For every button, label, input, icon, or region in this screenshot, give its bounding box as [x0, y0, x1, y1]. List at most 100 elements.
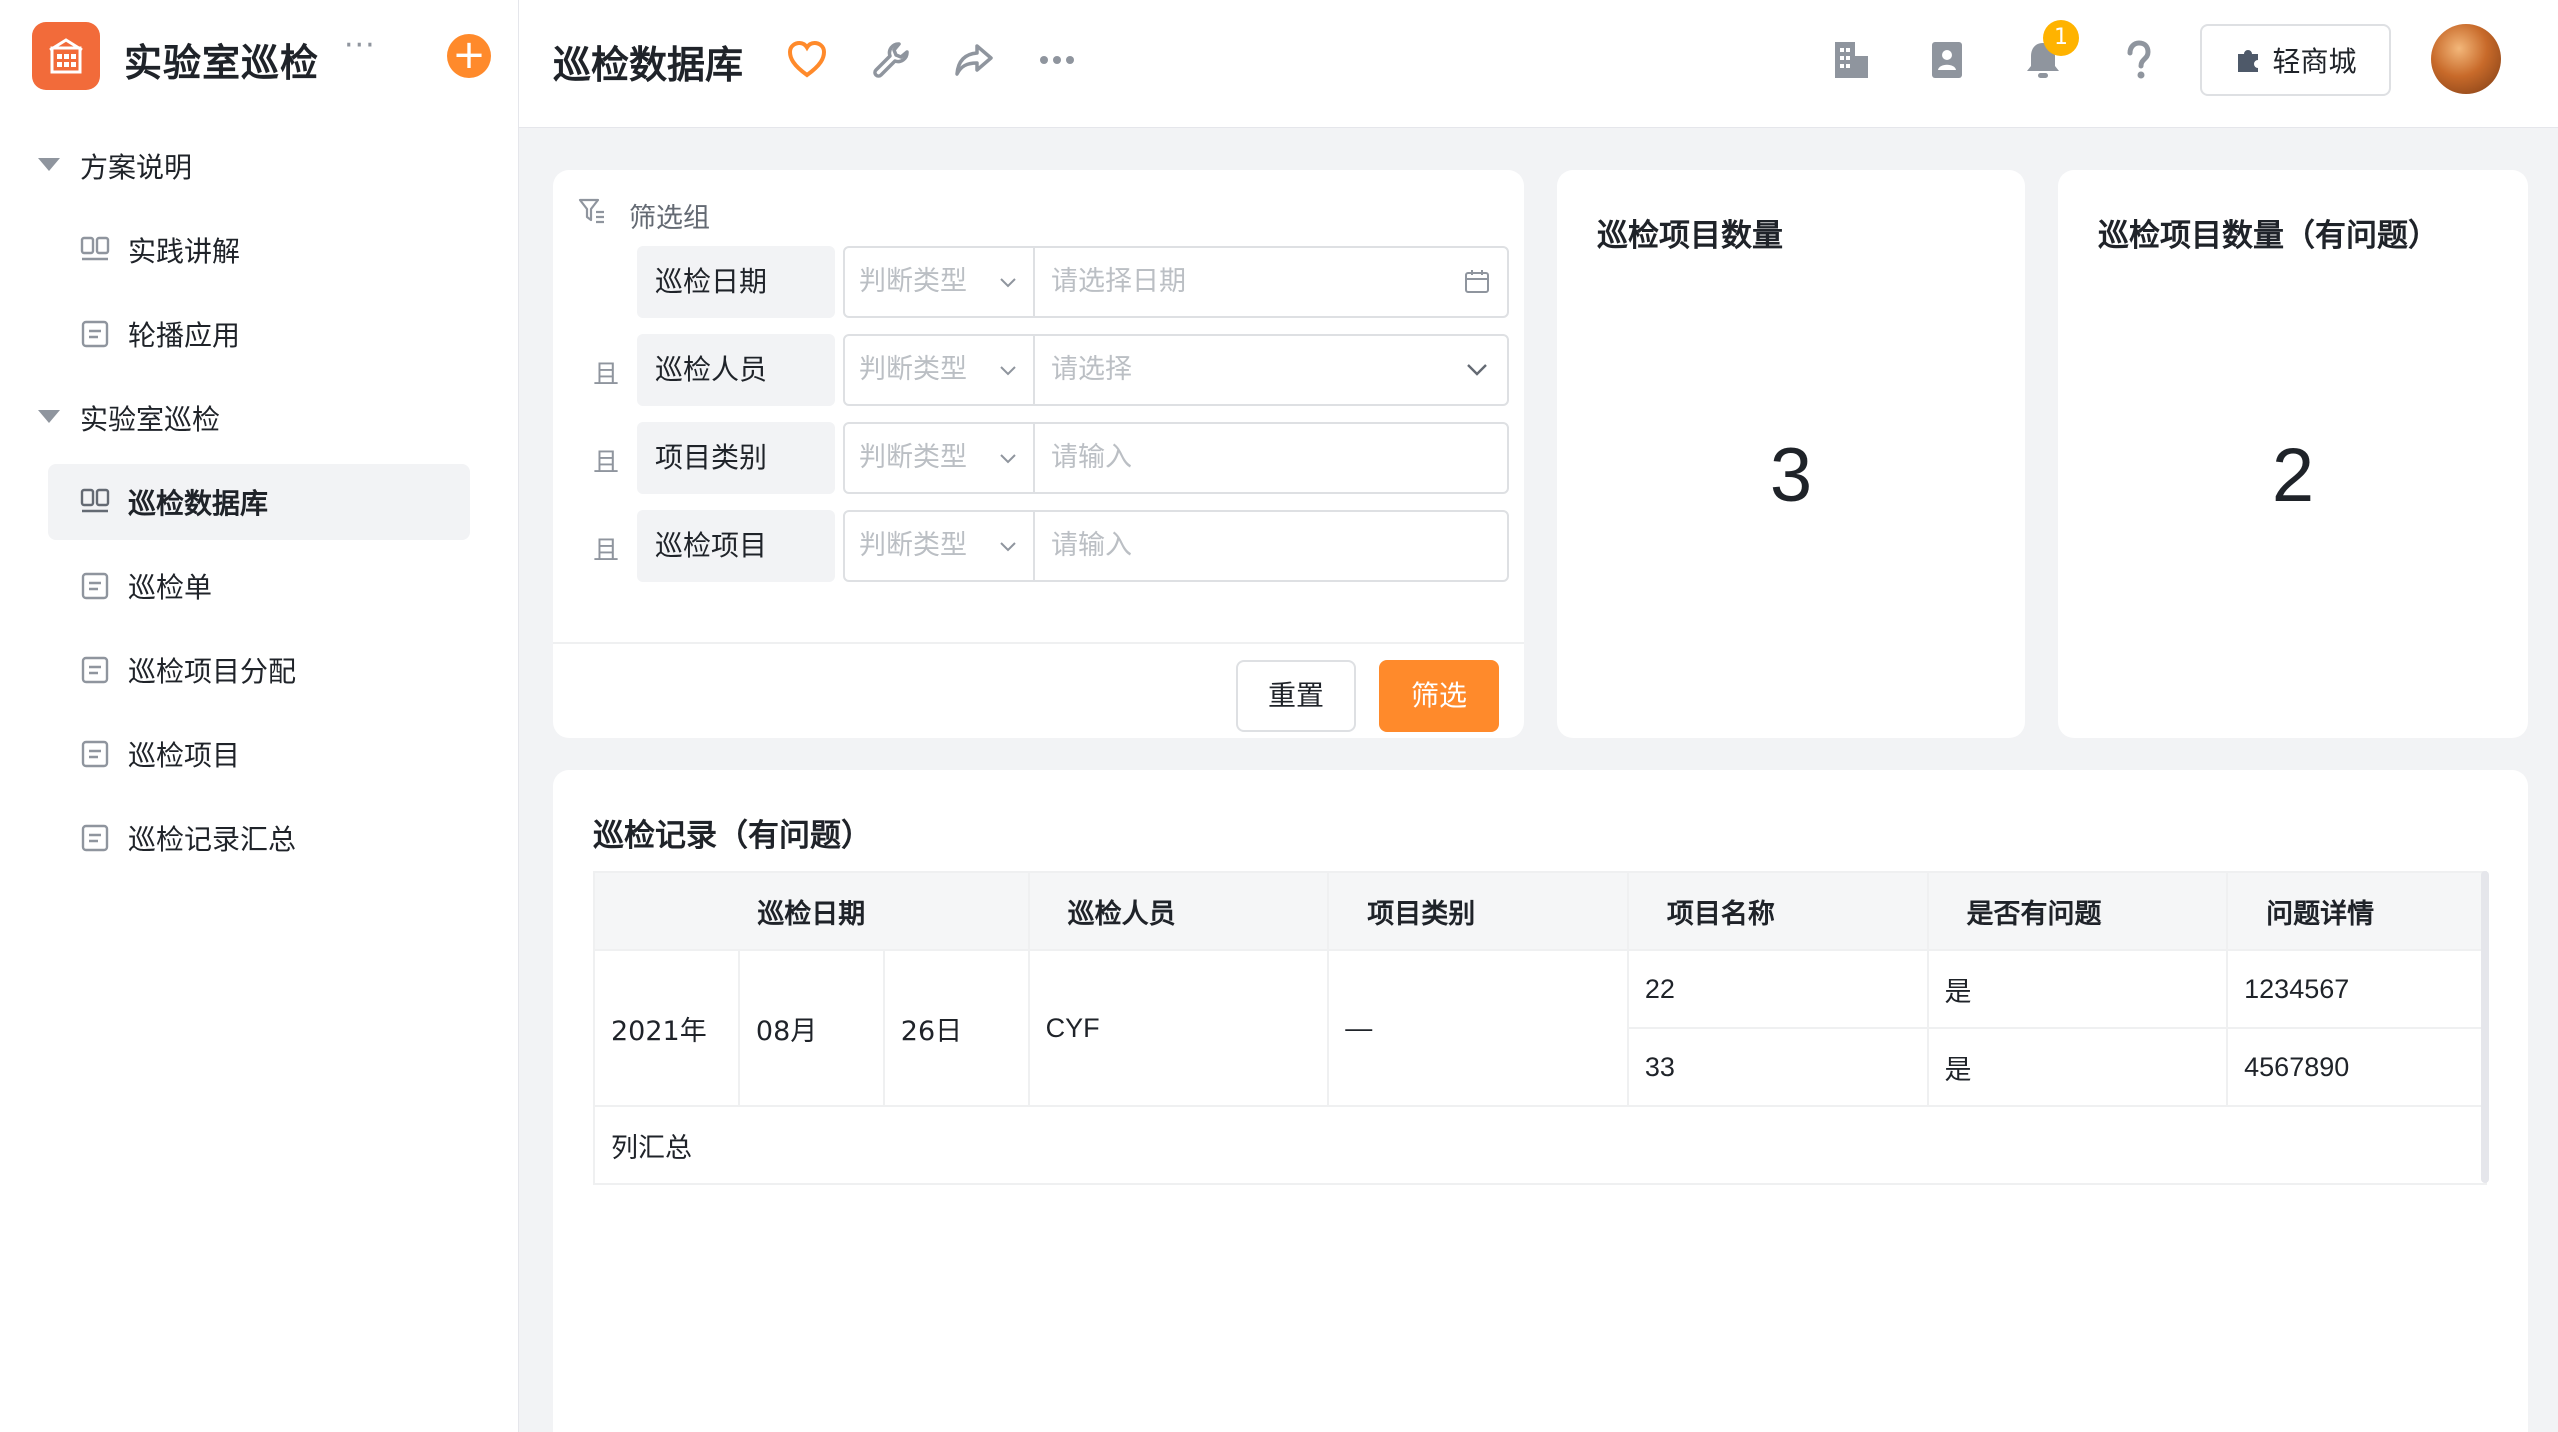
sidebar-item-label: 巡检项目	[128, 739, 241, 772]
sidebar-item-label: 巡检单	[128, 571, 213, 604]
chevron-down-icon	[1000, 454, 1016, 464]
chevron-down-icon	[1000, 542, 1016, 552]
filter-field-label: 项目类别	[637, 422, 835, 494]
filter-field-label: 巡检项目	[637, 510, 835, 582]
form-icon	[81, 824, 109, 852]
sidebar-nav: 方案说明 实践讲解 轮播应用 实验室巡检 巡检数据库 巡检单 巡检项目分配 巡检…	[0, 124, 519, 880]
sidebar-item-inspection-db[interactable]: 巡检数据库	[0, 460, 519, 544]
sidebar-item-practice[interactable]: 实践讲解	[0, 208, 519, 292]
cell-has-issue: 是	[1926, 949, 2229, 1029]
filter-control: 判断类型 请选择	[843, 334, 1509, 406]
mall-button-label: 轻商城	[2272, 45, 2357, 78]
item-input[interactable]: 请输入	[1051, 512, 1132, 580]
form-icon	[81, 740, 109, 768]
summary-label: 列汇总	[593, 1105, 2487, 1185]
top-header: 巡检数据库 1 轻商城	[519, 0, 2558, 128]
sidebar-item-label: 巡检数据库	[128, 487, 269, 520]
nav-group-label: 实验室巡检	[80, 403, 221, 436]
help-icon[interactable]	[2117, 38, 2161, 82]
nav-group-label: 方案说明	[80, 151, 193, 184]
judge-type-select[interactable]: 判断类型	[845, 424, 1035, 492]
avatar[interactable]	[2431, 24, 2501, 94]
filter-group-title: 筛选组	[629, 203, 710, 234]
nav-group-plan[interactable]: 方案说明	[0, 124, 519, 208]
form-icon	[81, 572, 109, 600]
table-scrollbar[interactable]	[2481, 871, 2489, 1183]
mall-button[interactable]: 轻商城	[2200, 24, 2391, 96]
contacts-icon[interactable]	[1925, 38, 1969, 82]
sidebar-item-inspection-form[interactable]: 巡检单	[0, 544, 519, 628]
sidebar-item-label: 巡检项目分配	[128, 655, 297, 688]
category-input[interactable]: 请输入	[1051, 424, 1132, 492]
filter-row-person: 且 巡检人员 判断类型 请选择	[593, 334, 1513, 406]
caret-down-icon	[38, 410, 60, 423]
filter-row-category: 且 项目类别 判断类型 请输入	[593, 422, 1513, 494]
filter-button[interactable]: 筛选	[1379, 660, 1499, 732]
sidebar-item-label: 实践讲解	[128, 235, 241, 268]
column-header[interactable]: 问题详情	[2226, 871, 2487, 951]
sidebar-item-label: 巡检记录汇总	[128, 823, 297, 856]
cell-person: CYF	[1027, 949, 1330, 1107]
column-header[interactable]: 项目类别	[1327, 871, 1629, 951]
column-header[interactable]: 巡检日期	[593, 871, 1030, 951]
table-header-row: 巡检日期 巡检人员 项目类别 项目名称 是否有问题 问题详情	[593, 871, 2487, 951]
date-picker-input[interactable]: 请选择日期	[1051, 248, 1186, 316]
filter-card: 筛选组 巡检日期 判断类型 请选择日期 且 巡检人员 判断类型 请选择 且 项目…	[553, 170, 1524, 738]
filter-row-date: 巡检日期 判断类型 请选择日期	[593, 246, 1513, 318]
sidebar-item-label: 轮播应用	[128, 319, 241, 352]
judge-type-placeholder: 判断类型	[859, 530, 967, 561]
cell-month: 08月	[737, 949, 885, 1107]
sidebar-item-inspection-items[interactable]: 巡检项目	[0, 712, 519, 796]
cell-item-name: 22	[1626, 949, 1929, 1029]
person-select[interactable]: 请选择	[1051, 336, 1132, 404]
stat-card-issues: 巡检项目数量（有问题） 2	[2058, 170, 2528, 738]
cell-category: —	[1327, 949, 1629, 1107]
divider	[553, 642, 1524, 644]
judge-type-placeholder: 判断类型	[859, 442, 967, 473]
form-icon	[81, 656, 109, 684]
filter-field-label: 巡检日期	[637, 246, 835, 318]
nav-group-lab-inspection[interactable]: 实验室巡检	[0, 376, 519, 460]
judge-type-select[interactable]: 判断类型	[845, 336, 1035, 404]
filter-control: 判断类型 请输入	[843, 422, 1509, 494]
app-more-icon[interactable]: ···	[344, 28, 376, 63]
building-icon[interactable]	[1829, 38, 1873, 82]
cell-day: 26日	[882, 949, 1030, 1107]
filter-conjunction: 且	[593, 448, 620, 478]
stat-title: 巡检项目数量	[1597, 218, 1783, 254]
filter-control: 判断类型 请输入	[843, 510, 1509, 582]
judge-type-select[interactable]: 判断类型	[845, 512, 1035, 580]
dashboard-icon	[80, 488, 110, 513]
judge-type-select[interactable]: 判断类型	[845, 248, 1035, 316]
app-title: 实验室巡检	[124, 41, 320, 85]
sidebar-item-carousel[interactable]: 轮播应用	[0, 292, 519, 376]
app-logo-icon[interactable]	[32, 22, 100, 90]
add-icon[interactable]: +	[447, 34, 491, 78]
filter-icon	[578, 198, 604, 224]
cell-year: 2021年	[593, 949, 740, 1107]
cell-issue-detail: 4567890	[2226, 1027, 2487, 1107]
more-icon[interactable]	[1035, 38, 1079, 82]
cell-has-issue: 是	[1926, 1027, 2229, 1107]
records-table: 巡检日期 巡检人员 项目类别 项目名称 是否有问题 问题详情 2021年 08月…	[593, 871, 2487, 1185]
dashboard-icon	[80, 236, 110, 261]
chevron-down-icon	[1000, 278, 1016, 288]
reset-button[interactable]: 重置	[1236, 660, 1356, 732]
records-title: 巡检记录（有问题）	[593, 818, 872, 854]
judge-type-placeholder: 判断类型	[859, 266, 967, 297]
sidebar-item-item-assign[interactable]: 巡检项目分配	[0, 628, 519, 712]
stat-value: 3	[1769, 433, 1813, 518]
heart-icon[interactable]	[785, 38, 829, 82]
judge-type-placeholder: 判断类型	[859, 354, 967, 385]
column-header[interactable]: 巡检人员	[1027, 871, 1330, 951]
wrench-icon[interactable]	[869, 38, 913, 82]
chevron-down-icon[interactable]	[1463, 356, 1491, 384]
column-header[interactable]: 项目名称	[1626, 871, 1929, 951]
table-row[interactable]: 2021年 08月 26日 CYF — 22 是 1234567	[593, 949, 2487, 1107]
share-icon[interactable]	[952, 38, 996, 82]
sidebar-item-record-summary[interactable]: 巡检记录汇总	[0, 796, 519, 880]
stat-title: 巡检项目数量（有问题）	[2098, 218, 2439, 254]
sidebar: 实验室巡检 ··· + 方案说明 实践讲解 轮播应用 实验室巡检 巡检数据库 巡…	[0, 0, 519, 1432]
calendar-icon[interactable]	[1463, 268, 1491, 296]
column-header[interactable]: 是否有问题	[1926, 871, 2229, 951]
